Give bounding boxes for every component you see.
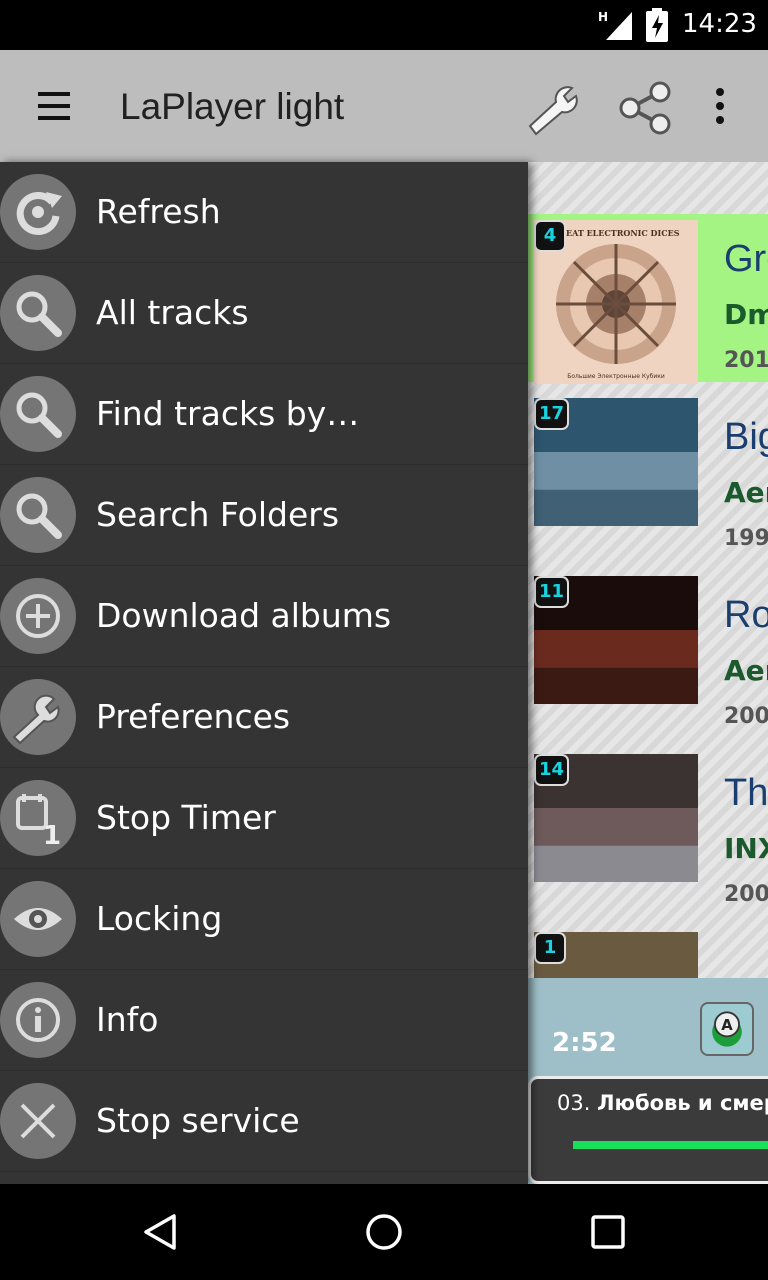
album-title: Gre <box>724 238 768 280</box>
drawer-item-locking[interactable]: Locking <box>0 869 528 970</box>
app-bar: LaPlayer light <box>0 50 768 162</box>
album-year: 1994 <box>724 526 768 551</box>
share-icon[interactable] <box>616 80 676 136</box>
drawer-item-refresh[interactable]: Refresh <box>0 162 528 263</box>
album-title: Big <box>724 416 768 458</box>
track-count-badge: 4 <box>534 220 566 252</box>
drawer-item-search-folders[interactable]: Search Folders <box>0 465 528 566</box>
timer-icon: 1 <box>0 780 76 856</box>
track-count-badge: 14 <box>534 754 570 786</box>
now-playing-panel[interactable]: 03. Любовь и смер <box>528 1076 768 1184</box>
wrench-icon <box>0 679 76 755</box>
track-count-badge: 11 <box>534 576 570 608</box>
svg-text:H: H <box>598 10 608 24</box>
playback-time: 2:52 <box>552 1028 617 1058</box>
refresh-icon <box>0 174 76 250</box>
mini-player[interactable]: 2:52 A 03. Любовь и смер <box>528 978 768 1184</box>
navigation-drawer: Refresh All tracks Find tracks by… Searc… <box>0 162 528 1184</box>
add-circle-icon <box>0 578 76 654</box>
album-row[interactable]: 11 Ro Aer 2005 <box>528 570 768 740</box>
track-count-badge: 1 <box>534 932 566 964</box>
track-count-badge: 17 <box>534 398 570 430</box>
svg-text:A: A <box>721 1017 733 1034</box>
album-artist: Aer <box>724 654 768 687</box>
close-icon <box>0 1083 76 1159</box>
drawer-item-stop-timer[interactable]: 1 Stop Timer <box>0 768 528 869</box>
album-year: 2005 <box>724 704 768 729</box>
album-year: 2010 <box>724 348 768 373</box>
album-row[interactable]: GREAT ELECTRONIC DICES Большие Электронн… <box>528 214 768 384</box>
status-bar: H 14:23 <box>0 0 768 50</box>
svg-text:Большие Электронные Кубики: Большие Электронные Кубики <box>567 373 665 380</box>
album-title: The <box>724 772 768 814</box>
album-artist: Aer <box>724 476 768 509</box>
eye-icon <box>0 881 76 957</box>
album-artist: Dm <box>724 298 768 331</box>
album-row[interactable]: 14 The INX 2002 <box>528 748 768 918</box>
svg-text:GREAT ELECTRONIC DICES: GREAT ELECTRONIC DICES <box>553 228 680 238</box>
drawer-item-stop-service[interactable]: Stop service <box>0 1071 528 1172</box>
drawer-item-preferences[interactable]: Preferences <box>0 667 528 768</box>
back-icon[interactable] <box>140 1212 180 1252</box>
battery-charging-icon <box>646 8 668 42</box>
drawer-item-all-tracks[interactable]: All tracks <box>0 263 528 364</box>
search-icon <box>0 376 76 452</box>
drawer-item-find-tracks[interactable]: Find tracks by… <box>0 364 528 465</box>
overflow-menu-icon[interactable] <box>690 80 750 136</box>
app-title: LaPlayer light <box>120 86 345 127</box>
wrench-icon[interactable] <box>522 80 582 136</box>
hamburger-menu-icon[interactable] <box>36 88 72 124</box>
svg-text:1: 1 <box>43 821 61 848</box>
search-icon <box>0 275 76 351</box>
album-title: Ro <box>724 594 768 636</box>
progress-bar[interactable] <box>573 1141 768 1149</box>
now-playing-title: 03. Любовь и смер <box>557 1091 768 1115</box>
drawer-item-download-albums[interactable]: Download albums <box>0 566 528 667</box>
clock: 14:23 <box>682 9 757 39</box>
recents-icon[interactable] <box>588 1212 628 1252</box>
system-nav-bar <box>0 1184 768 1280</box>
auto-mode-icon[interactable]: A <box>700 1002 754 1056</box>
info-icon <box>0 982 76 1058</box>
home-icon[interactable] <box>364 1212 404 1252</box>
search-icon <box>0 477 76 553</box>
album-artist: INX <box>724 832 768 865</box>
album-row[interactable]: 17 Big Aer 1994 <box>528 392 768 562</box>
album-year: 2002 <box>724 882 768 907</box>
drawer-item-info[interactable]: Info <box>0 970 528 1071</box>
signal-icon: H <box>598 10 632 40</box>
